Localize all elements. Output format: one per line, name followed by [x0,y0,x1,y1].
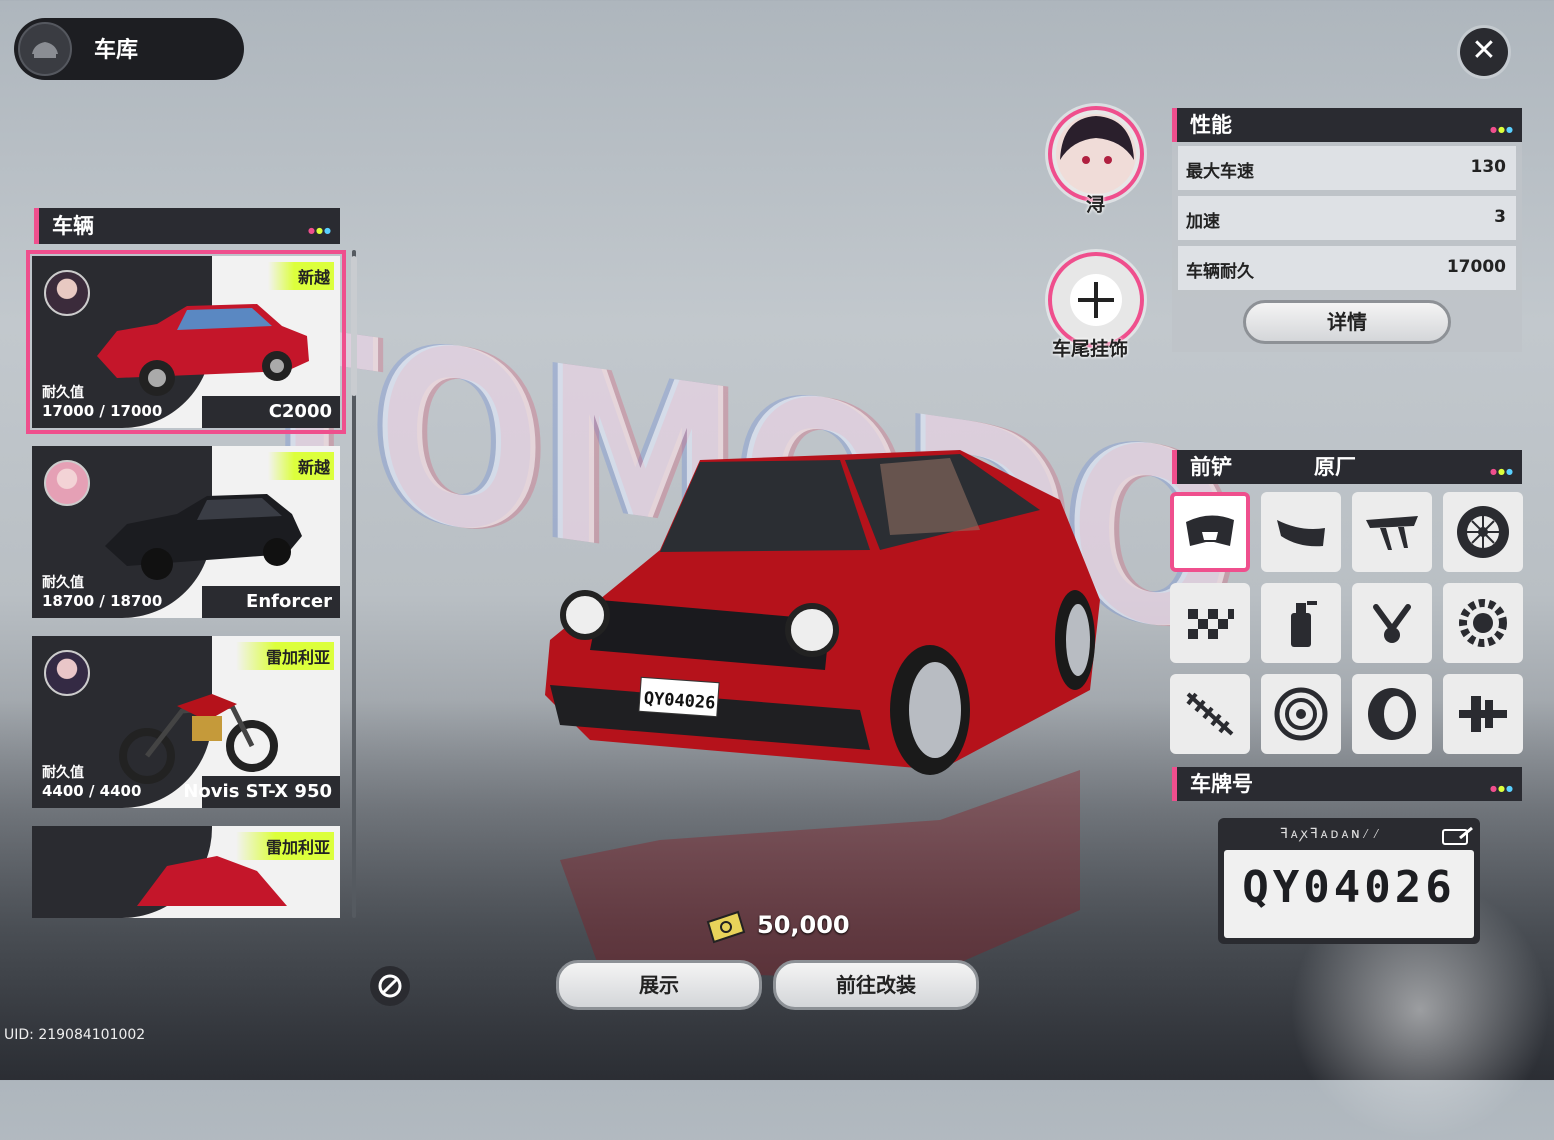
driver-portrait[interactable] [1048,106,1144,202]
parts-header: 前铲 原厂 ●●● [1172,450,1522,484]
show-button[interactable]: 展示 [556,960,762,1010]
brake-disc-icon [1274,687,1328,741]
vehicle-card[interactable]: 新越 耐久值 17000 / 17000 C2000 [26,250,346,434]
part-wheel[interactable] [1443,492,1523,572]
part-engine[interactable] [1352,583,1432,663]
durability-value: 18700 / 18700 [42,592,163,610]
driver-portrait-image [1056,114,1136,194]
performance-header: 性能 ●●● [1172,108,1522,142]
stat-label: 加速 [1186,212,1220,232]
header-dots-icon: ●●● [1490,784,1514,793]
header-dots-icon: ●●● [1490,467,1514,476]
durability-label: 耐久值 [42,575,84,591]
piston-icon [1373,604,1411,643]
page-title: 车库 [94,38,139,63]
driver-avatar [44,650,90,696]
garage-header: 车库 [14,18,244,80]
stat-row-durability: 车辆耐久 17000 [1178,246,1516,290]
edit-plate-icon[interactable] [1442,826,1474,850]
car-thumbnail [97,304,309,396]
part-paint[interactable] [1261,583,1341,663]
performance-title: 性能 [1190,113,1232,137]
part-decal[interactable] [1170,583,1250,663]
part-rear-bumper[interactable] [1261,492,1341,572]
close-icon: ✕ [1471,33,1497,68]
stat-value: 3 [1494,207,1506,227]
vehicle-card[interactable]: 雷加利亚 [32,826,340,918]
stat-label: 车辆耐久 [1186,262,1254,282]
transmission-icon [1459,696,1507,732]
motorcycle-thumbnail [137,856,287,906]
part-brakes[interactable] [1261,674,1341,754]
spray-can-icon [1291,601,1317,647]
driver-avatar [44,270,90,316]
front-bumper-icon [1186,515,1234,546]
wheel-icon [1457,506,1509,558]
gear-icon [1459,599,1507,647]
header-dots-icon: ●●● [308,226,332,235]
details-button[interactable]: 详情 [1243,300,1451,344]
hide-icon [378,974,402,998]
part-tires[interactable] [1352,674,1432,754]
tire-icon [1368,688,1416,740]
plus-icon [1070,274,1122,326]
durability-value: 17000 / 17000 [42,402,163,420]
part-spoiler[interactable] [1352,492,1432,572]
trailer-label: 车尾挂饰 [1052,338,1129,360]
durability-label: 耐久值 [42,385,84,401]
stat-label: 最大车速 [1186,162,1254,182]
modify-button[interactable]: 前往改装 [773,960,979,1010]
currency-icon [704,910,746,948]
vehicle-name: C2000 [268,401,332,422]
vehicles-title: 车辆 [52,214,94,238]
durability-label: 耐久值 [42,765,84,781]
stat-value: 130 [1470,157,1507,177]
plate-logo: ꟻᴀꭗꟻᴀᴅᴀɴ⁄⁄ [1280,826,1383,842]
stat-row-top-speed: 最大车速 130 [1178,146,1516,190]
spoiler-icon [1366,516,1418,550]
vehicle-name: Enforcer [246,591,332,612]
driver-avatar [44,460,90,506]
plate-title: 车牌号 [1190,772,1253,796]
suspension-spring-icon [1186,692,1234,736]
vehicle-name: Novis ST-X 950 [183,781,332,802]
driver-name: 浔 [1086,194,1106,216]
hide-ui-button[interactable] [370,966,410,1006]
garage-logo-icon [18,22,72,76]
motorcycle-thumbnail [119,694,278,784]
stat-value: 17000 [1446,257,1506,277]
part-current: 原厂 [1314,455,1356,479]
checkered-flag-icon [1188,609,1234,639]
part-front-bumper[interactable] [1170,492,1250,572]
close-button[interactable]: ✕ [1460,28,1508,76]
durability-value: 4400 / 4400 [42,782,142,800]
stat-row-acceleration: 加速 3 [1178,196,1516,240]
vehicle-card[interactable]: 雷加利亚 耐久值 4400 / 4400 Novis ST-X 950 [32,636,340,808]
user-id: UID: 219084101002 [4,1027,146,1043]
car-thumbnail [105,494,302,580]
scrollbar-thumb[interactable] [351,256,357,396]
plate-header: 车牌号 ●●● [1172,767,1522,801]
part-gearbox[interactable] [1443,583,1523,663]
vehicles-header: 车辆 ●●● [34,208,340,244]
currency-amount: 50,000 [757,911,850,939]
part-drivetrain[interactable] [1443,674,1523,754]
vehicle-card[interactable]: 新越 耐久值 18700 / 18700 Enforcer [32,446,340,618]
rear-bumper-icon [1277,520,1325,547]
part-suspension[interactable] [1170,674,1250,754]
plate-number: QY04026 [1242,862,1456,913]
part-category: 前铲 [1190,455,1232,479]
